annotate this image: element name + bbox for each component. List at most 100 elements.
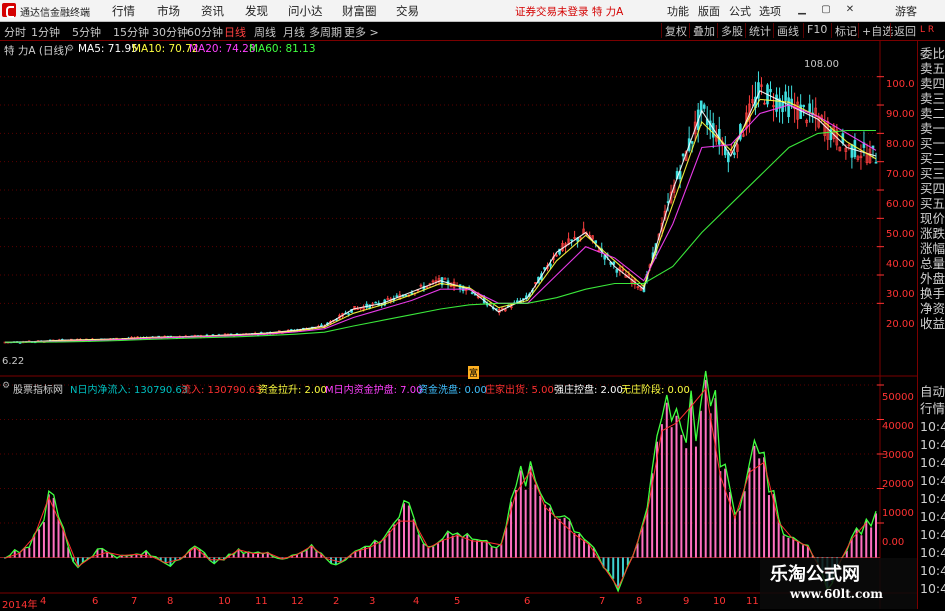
candle-body xyxy=(470,292,474,294)
rp-turnover[interactable]: 换手 xyxy=(920,286,945,301)
indicator-bar xyxy=(699,410,702,558)
indicator-bar xyxy=(261,553,264,558)
indicator-bar xyxy=(422,544,425,558)
date-tick: 9 xyxy=(683,596,690,607)
candle-body xyxy=(784,91,787,101)
ma20-label: MA20: 74.28 xyxy=(189,43,256,55)
indicator-bar xyxy=(777,520,780,558)
y-tick: 30.00 xyxy=(886,289,915,300)
date-tick: 6 xyxy=(92,596,99,607)
indicator-bar xyxy=(617,557,620,590)
indicator-bar xyxy=(709,413,712,558)
rp-tick: 10:4 xyxy=(920,527,945,542)
indicator-bar xyxy=(475,540,478,558)
rp-tick: 10:4 xyxy=(920,581,945,596)
candle-body xyxy=(733,152,736,155)
indicator-bar xyxy=(621,557,624,578)
rp-sell2[interactable]: 卖二 xyxy=(920,106,945,121)
y-tick: 100.0 xyxy=(886,79,915,90)
indicator-bar xyxy=(607,557,610,572)
rp-auto[interactable]: 自动 xyxy=(920,384,945,399)
rp-tick: 10:4 xyxy=(920,473,945,488)
candle-body xyxy=(690,141,694,144)
date-tick: 7 xyxy=(131,596,138,607)
rp-buy1[interactable]: 买一 xyxy=(920,136,945,151)
rp-tick: 10:4 xyxy=(920,455,945,470)
indicator-bar xyxy=(514,489,517,558)
indicator-bar xyxy=(724,468,727,558)
indicator-bar xyxy=(33,535,36,558)
indicator-bar xyxy=(495,548,498,558)
indicator-bar xyxy=(544,504,547,558)
indicator-bar xyxy=(748,467,751,558)
indicator-bar xyxy=(480,541,483,558)
date-tick: 4 xyxy=(40,596,47,607)
rp-quotes[interactable]: 行情 xyxy=(920,401,945,416)
rp-weibi[interactable]: 委比 xyxy=(920,46,945,61)
indicator-bar xyxy=(500,544,503,558)
indicator-bar xyxy=(563,517,566,558)
indicator-bar xyxy=(57,518,60,558)
rp-price[interactable]: 现价 xyxy=(920,211,945,226)
rp-buy5[interactable]: 买五 xyxy=(920,196,945,211)
candle-body xyxy=(787,97,790,118)
indicator-bar xyxy=(573,532,576,558)
indicator-bar xyxy=(558,518,561,558)
ind-dump: 庄家出货: 5.00 xyxy=(485,385,554,396)
indicator-bar xyxy=(743,491,746,558)
candle-body xyxy=(702,104,706,109)
indicator-bar xyxy=(534,484,537,558)
settings-icon[interactable]: ⚙ xyxy=(66,44,74,54)
rp-sell3[interactable]: 卖三 xyxy=(920,91,945,106)
indicator-bar xyxy=(432,546,435,558)
indicator-bar xyxy=(412,519,415,558)
ind-y-tick: 30000 xyxy=(882,450,914,461)
indicator-bar xyxy=(519,470,522,558)
rp-sell4[interactable]: 卖四 xyxy=(920,76,945,91)
indicator-bar xyxy=(310,545,313,558)
info-marker[interactable]: 富 xyxy=(468,366,480,379)
indicator-bar xyxy=(373,541,376,558)
rp-outer[interactable]: 外盘 xyxy=(920,271,945,286)
indicator-bar xyxy=(802,545,805,558)
y-tick: 50.00 xyxy=(886,229,915,240)
ind-lift: 资金拉升: 2.00 xyxy=(258,385,327,396)
ind-protect: M日内资金护盘: 7.00 xyxy=(325,385,423,396)
rp-netasset[interactable]: 净资 xyxy=(920,301,945,316)
rp-change[interactable]: 涨跌 xyxy=(920,226,945,241)
indicator-bar xyxy=(451,535,454,558)
indicator-bar xyxy=(675,415,678,558)
candle-body xyxy=(347,313,350,315)
indicator-bar xyxy=(441,539,444,558)
rp-sell1[interactable]: 卖一 xyxy=(920,121,945,136)
rp-buy2[interactable]: 买二 xyxy=(920,151,945,166)
y-tick: 70.00 xyxy=(886,169,915,180)
indicator-bar xyxy=(865,521,868,558)
high-price-label: 108.00 xyxy=(804,59,839,70)
indicator-bar xyxy=(670,427,673,558)
candle-body xyxy=(799,104,802,119)
indicator-bar xyxy=(524,489,527,558)
rp-buy3[interactable]: 买三 xyxy=(920,166,945,181)
candle-body xyxy=(874,161,878,164)
indicator-settings-icon[interactable]: ⚙ xyxy=(2,381,10,391)
indicator-bar xyxy=(446,532,449,558)
rp-change-pct[interactable]: 涨幅 xyxy=(920,241,945,256)
panel-badge: L R xyxy=(920,25,935,35)
rp-buy4[interactable]: 买四 xyxy=(920,181,945,196)
ind-y-tick: 10000 xyxy=(882,508,914,519)
ma60-label: MA60: 81.13 xyxy=(249,43,316,55)
date-tick: 12 xyxy=(291,596,304,607)
indicator-bar xyxy=(753,445,756,558)
indicator-bar xyxy=(738,510,741,558)
rp-volume[interactable]: 总量 xyxy=(920,256,945,271)
rp-eps[interactable]: 收益 xyxy=(920,316,945,331)
indicator-bar xyxy=(797,541,800,558)
rp-tick: 10:4 xyxy=(920,491,945,506)
indicator-bar xyxy=(471,539,474,558)
rp-sell5[interactable]: 卖五 xyxy=(920,61,945,76)
kline-chart[interactable] xyxy=(0,0,917,609)
low-price-label: 6.22 xyxy=(2,356,25,367)
date-tick: 6 xyxy=(524,596,531,607)
date-tick: 10 xyxy=(713,596,726,607)
